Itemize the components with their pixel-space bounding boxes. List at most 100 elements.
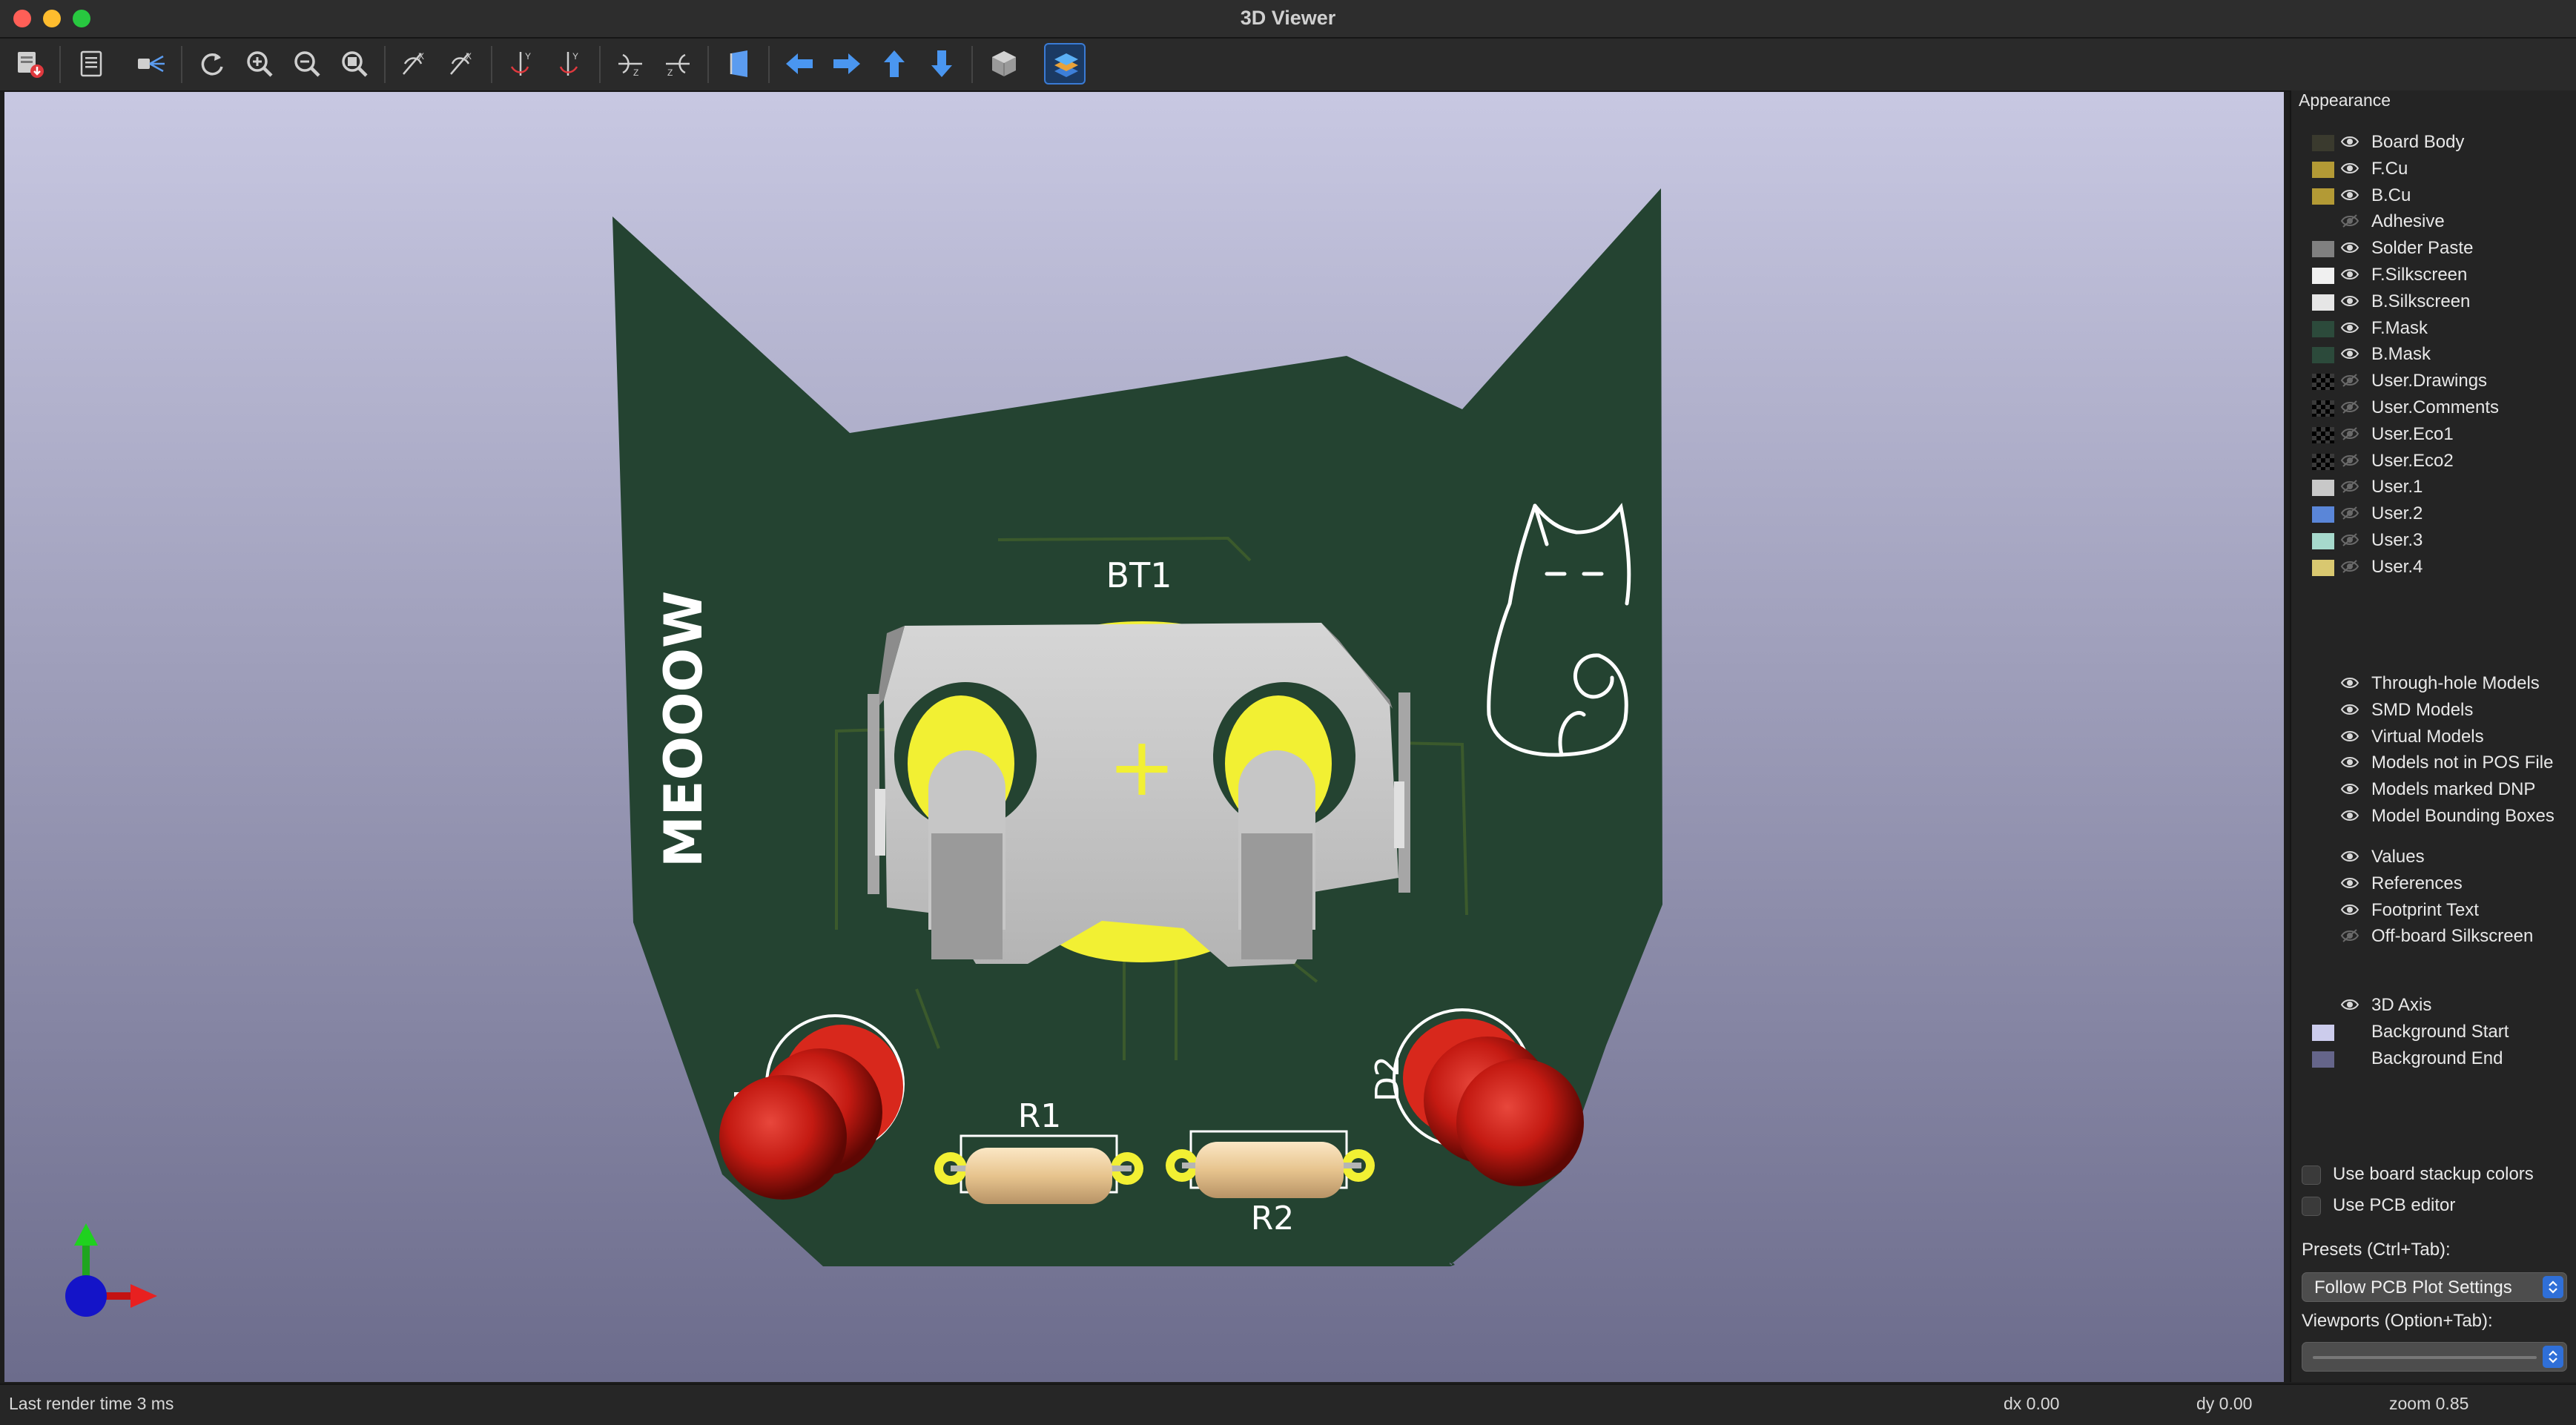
layer-color-swatch[interactable] — [2312, 533, 2334, 549]
eye-icon[interactable] — [2340, 346, 2359, 365]
eye-icon[interactable] — [2340, 997, 2359, 1016]
layer-color-swatch[interactable] — [2312, 1051, 2334, 1068]
eye-icon[interactable] — [2340, 849, 2359, 867]
eye-hidden-icon[interactable] — [2340, 506, 2359, 524]
layer-row-b-silkscreen[interactable]: B.Silkscreen — [2291, 288, 2576, 315]
layer-row-user-4[interactable]: User.4 — [2291, 554, 2576, 581]
use-pcb-editor-checkbox[interactable] — [2302, 1197, 2321, 1216]
layer-row-user-3[interactable]: User.3 — [2291, 527, 2576, 554]
layer-color-swatch[interactable] — [2312, 347, 2334, 364]
presets-select[interactable]: Follow PCB Plot Settings — [2302, 1272, 2567, 1302]
layer-color-swatch[interactable] — [2312, 241, 2334, 258]
layer-color-swatch[interactable] — [2312, 374, 2334, 391]
export-image-button[interactable] — [9, 43, 50, 85]
eye-icon[interactable] — [2340, 240, 2359, 259]
layer-row-background-start[interactable]: Background Start — [2291, 1019, 2576, 1045]
layer-color-swatch[interactable] — [2312, 400, 2334, 417]
layer-row-adhesive[interactable]: Adhesive — [2291, 208, 2576, 235]
use-pcb-editor-row[interactable]: Use PCB editor — [2302, 1192, 2576, 1219]
layer-row-values[interactable]: Values — [2291, 844, 2576, 870]
layer-color-swatch[interactable] — [2312, 480, 2334, 497]
flip-board-button[interactable] — [718, 43, 759, 85]
use-board-stackup-colors-checkbox[interactable] — [2302, 1166, 2321, 1185]
zoom-fit-button[interactable] — [334, 43, 375, 85]
move-down-button[interactable] — [921, 43, 962, 85]
eye-icon[interactable] — [2340, 161, 2359, 179]
layer-color-swatch[interactable] — [2312, 1024, 2334, 1041]
layer-row-footprint-text[interactable]: Footprint Text — [2291, 897, 2576, 924]
eye-icon[interactable] — [2340, 755, 2359, 773]
zoom-in-button[interactable] — [239, 43, 280, 85]
layer-row-user-eco1[interactable]: User.Eco1 — [2291, 421, 2576, 448]
layer-row-background-end[interactable]: Background End — [2291, 1045, 2576, 1072]
layer-row-smd-models[interactable]: SMD Models — [2291, 697, 2576, 724]
rotate-z-ccw-button[interactable]: Z — [657, 43, 699, 85]
layer-row-models-marked-dnp[interactable]: Models marked DNP — [2291, 776, 2576, 803]
eye-hidden-icon[interactable] — [2340, 479, 2359, 497]
layer-color-swatch[interactable] — [2312, 559, 2334, 576]
eye-hidden-icon[interactable] — [2340, 214, 2359, 232]
rotate-x-ccw-button[interactable]: X — [440, 43, 482, 85]
rotate-y-ccw-button[interactable]: Y — [549, 43, 590, 85]
layer-color-swatch[interactable] — [2312, 188, 2334, 205]
layer-row-user-drawings[interactable]: User.Drawings — [2291, 368, 2576, 394]
layer-row-f-mask[interactable]: F.Mask — [2291, 315, 2576, 342]
layer-row-virtual-models[interactable]: Virtual Models — [2291, 724, 2576, 750]
layer-row-references[interactable]: References — [2291, 870, 2576, 897]
layer-row-solder-paste[interactable]: Solder Paste — [2291, 235, 2576, 262]
layer-row-3d-axis[interactable]: 3D Axis — [2291, 992, 2576, 1019]
move-up-button[interactable] — [873, 43, 915, 85]
eye-icon[interactable] — [2340, 729, 2359, 747]
layer-color-swatch[interactable] — [2312, 320, 2334, 337]
layer-color-swatch[interactable] — [2312, 453, 2334, 470]
eye-hidden-icon[interactable] — [2340, 559, 2359, 578]
eye-icon[interactable] — [2340, 902, 2359, 921]
layer-color-swatch[interactable] — [2312, 268, 2334, 284]
layer-row-b-mask[interactable]: B.Mask — [2291, 341, 2576, 368]
rotate-z-cw-button[interactable]: Z — [610, 43, 651, 85]
reload-board-button[interactable] — [191, 43, 233, 85]
layers-manager-toggle-button[interactable] — [1044, 43, 1086, 85]
layer-row-user-2[interactable]: User.2 — [2291, 500, 2576, 527]
eye-hidden-icon[interactable] — [2340, 453, 2359, 472]
orthographic-toggle-button[interactable] — [983, 43, 1025, 85]
layer-row-through-hole-models[interactable]: Through-hole Models — [2291, 670, 2576, 697]
eye-hidden-icon[interactable] — [2340, 532, 2359, 551]
layer-row-user-comments[interactable]: User.Comments — [2291, 394, 2576, 421]
layer-row-user-eco2[interactable]: User.Eco2 — [2291, 448, 2576, 475]
layer-color-swatch[interactable] — [2312, 506, 2334, 523]
use-board-stackup-colors-row[interactable]: Use board stackup colors — [2302, 1161, 2576, 1188]
move-left-button[interactable] — [779, 43, 820, 85]
layer-color-swatch[interactable] — [2312, 426, 2334, 443]
eye-hidden-icon[interactable] — [2340, 928, 2359, 947]
eye-hidden-icon[interactable] — [2340, 373, 2359, 391]
eye-icon[interactable] — [2340, 134, 2359, 153]
eye-icon[interactable] — [2340, 876, 2359, 894]
zoom-out-button[interactable] — [286, 43, 328, 85]
eye-hidden-icon[interactable] — [2340, 426, 2359, 445]
eye-icon[interactable] — [2340, 267, 2359, 285]
raytracing-button[interactable] — [131, 43, 172, 85]
layer-row-model-bounding-boxes[interactable]: Model Bounding Boxes — [2291, 803, 2576, 830]
layer-color-swatch[interactable] — [2312, 294, 2334, 311]
eye-hidden-icon[interactable] — [2340, 400, 2359, 418]
layer-color-swatch[interactable] — [2312, 161, 2334, 178]
layer-row-models-not-in-pos-file[interactable]: Models not in POS File — [2291, 750, 2576, 776]
layer-row-off-board-silkscreen[interactable]: Off-board Silkscreen — [2291, 923, 2576, 950]
eye-icon[interactable] — [2340, 294, 2359, 312]
rotate-y-cw-button[interactable]: Y — [501, 43, 543, 85]
layer-color-swatch[interactable] — [2312, 135, 2334, 151]
layer-row-f-cu[interactable]: F.Cu — [2291, 156, 2576, 182]
eye-icon[interactable] — [2340, 320, 2359, 339]
rotate-x-cw-button[interactable]: X — [393, 43, 435, 85]
viewports-select[interactable] — [2302, 1342, 2567, 1372]
eye-icon[interactable] — [2340, 781, 2359, 800]
3d-viewport[interactable]: + BT1 MEOOOW R1 R2 D2 1 — [4, 92, 2284, 1382]
layer-row-board-body[interactable]: Board Body — [2291, 129, 2576, 156]
eye-icon[interactable] — [2340, 188, 2359, 206]
move-right-button[interactable] — [826, 43, 868, 85]
layer-row-user-1[interactable]: User.1 — [2291, 474, 2576, 500]
copy-to-clipboard-button[interactable] — [71, 43, 113, 85]
eye-icon[interactable] — [2340, 702, 2359, 721]
layer-row-b-cu[interactable]: B.Cu — [2291, 182, 2576, 209]
